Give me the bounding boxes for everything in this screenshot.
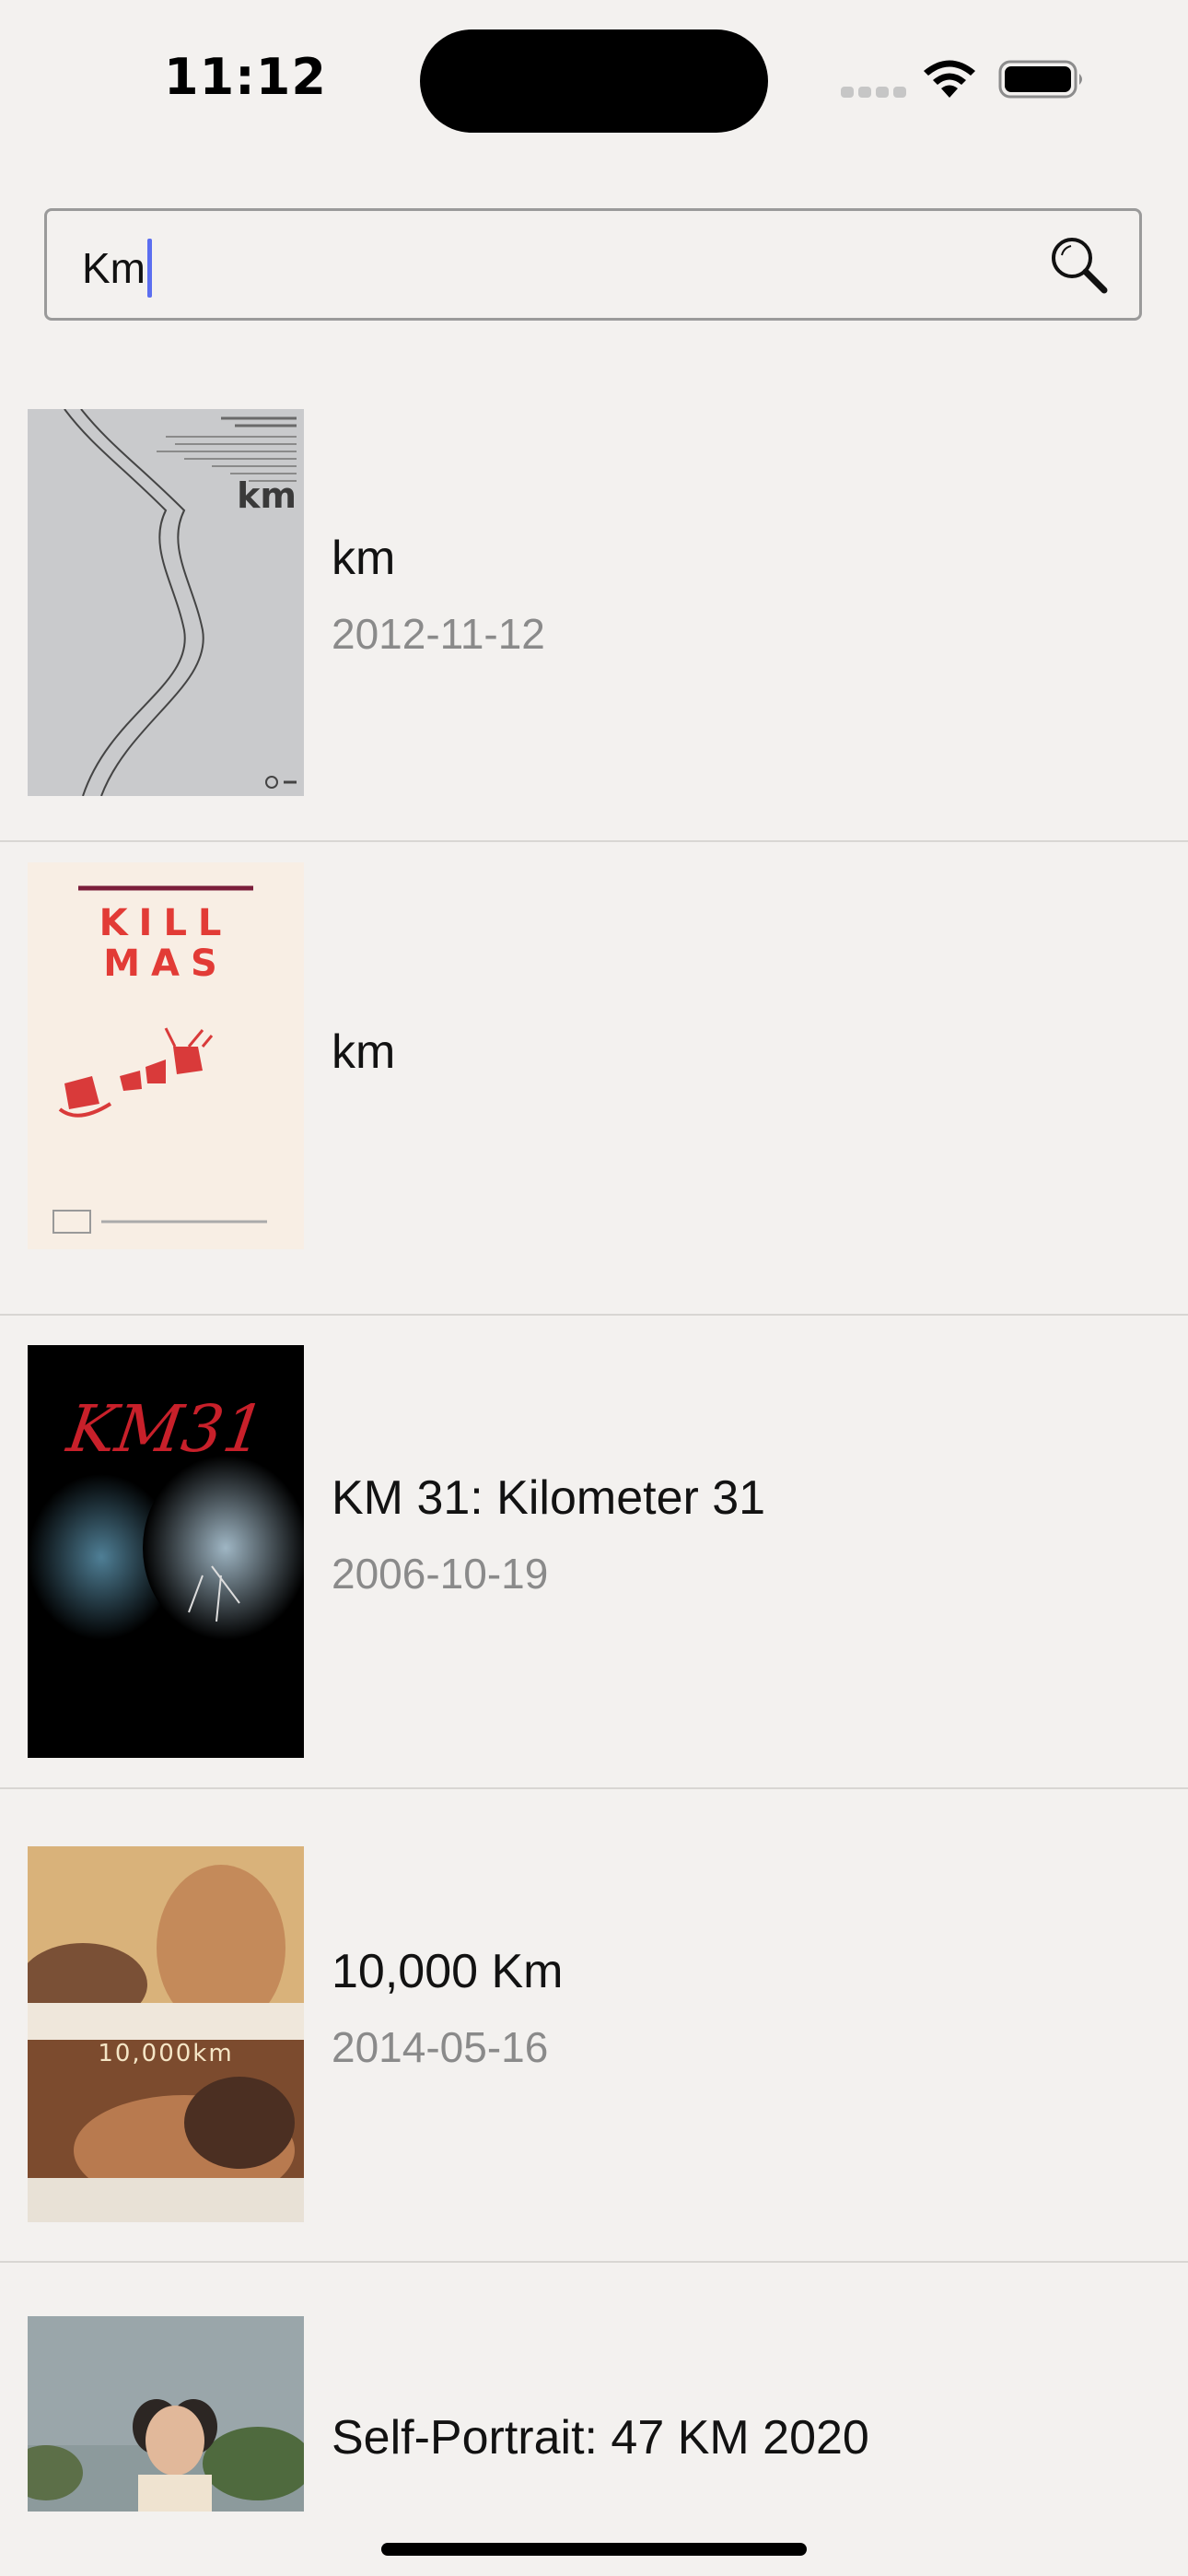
home-indicator[interactable] <box>381 2543 807 2556</box>
status-bar: 11:12 <box>0 0 1188 157</box>
movie-poster: km <box>28 409 304 796</box>
battery-icon <box>998 60 1082 99</box>
dynamic-island <box>420 29 768 133</box>
release-date: 2006-10-19 <box>332 1550 549 1598</box>
list-item[interactable]: 10,000km 10,000 Km 2014-05-16 <box>0 1789 1188 2263</box>
release-date: 2012-11-12 <box>332 610 545 658</box>
wifi-icon <box>924 60 975 98</box>
movie-title: Self-Portrait: 47 KM 2020 <box>332 2411 869 2465</box>
movie-title: km <box>332 532 396 585</box>
movie-title: km <box>332 1025 396 1079</box>
search-input-value: Km <box>82 244 146 292</box>
release-date: 2014-05-16 <box>332 2023 549 2071</box>
movie-poster: KM31 <box>28 1345 304 1758</box>
poster-caption: KM31 <box>63 1391 270 1467</box>
list-item[interactable]: KM31 KM 31: Kilometer 31 2006-10-19 <box>0 1316 1188 1789</box>
status-time: 11:12 <box>164 48 327 106</box>
poster-caption: KILL MAS <box>99 902 233 985</box>
search-icon[interactable] <box>1049 235 1110 296</box>
list-item[interactable]: km km 2012-11-12 <box>0 391 1188 842</box>
poster-caption: 10,000km <box>98 2040 234 2067</box>
search-input[interactable]: Km <box>44 208 1142 321</box>
movie-title: 10,000 Km <box>332 1945 564 1998</box>
poster-caption: km <box>237 475 297 516</box>
list-item[interactable]: Self-Portrait: 47 KM 2020 <box>0 2263 1188 2576</box>
cellular-signal-icon <box>841 87 906 98</box>
text-cursor <box>147 239 152 298</box>
movie-poster <box>28 2316 304 2512</box>
list-item[interactable]: KILL MAS km <box>0 842 1188 1316</box>
movie-title: KM 31: Kilometer 31 <box>332 1471 766 1525</box>
movie-poster: KILL MAS <box>28 862 304 1249</box>
movie-poster: 10,000km <box>28 1846 304 2222</box>
